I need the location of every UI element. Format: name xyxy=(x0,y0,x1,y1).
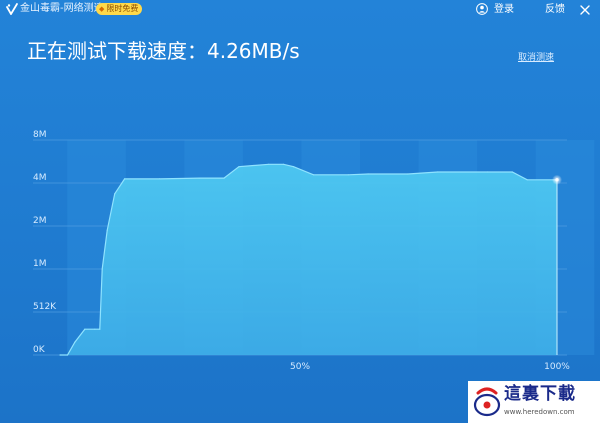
y-tick-label: 8M xyxy=(33,130,47,140)
data-point xyxy=(106,229,108,231)
data-point xyxy=(59,354,61,356)
data-point xyxy=(99,328,101,330)
data-point xyxy=(101,268,103,270)
data-point xyxy=(74,341,76,343)
data-point xyxy=(283,163,285,165)
chart-y-labels: 8M 4M 2M 1M 512K 0K xyxy=(33,130,57,355)
data-point xyxy=(407,173,409,175)
chart-x-labels: 50% 100% xyxy=(290,362,570,372)
watermark-url: www.heredown.com xyxy=(504,408,575,416)
data-point xyxy=(437,171,439,173)
data-point xyxy=(486,171,488,173)
data-point xyxy=(526,179,528,181)
x-tick-label: 100% xyxy=(544,362,570,372)
speed-chart: 8M 4M 2M 1M 512K 0K 50% 100% xyxy=(33,130,595,372)
data-point xyxy=(223,177,225,179)
watermark: 這裏下載 www.heredown.com xyxy=(468,381,600,423)
data-point xyxy=(124,178,126,180)
data-point xyxy=(347,174,349,176)
data-point xyxy=(158,178,160,180)
watermark-name: 這裏下載 xyxy=(504,384,576,404)
data-point xyxy=(238,166,240,168)
x-tick-label: 50% xyxy=(290,362,310,372)
y-tick-label: 4M xyxy=(33,173,47,183)
y-tick-label: 2M xyxy=(33,216,47,226)
data-point xyxy=(66,354,69,356)
data-point xyxy=(367,173,369,175)
data-point xyxy=(114,193,116,195)
data-point xyxy=(312,174,315,176)
chart-area-layer xyxy=(59,163,562,356)
data-point xyxy=(84,328,86,330)
data-point xyxy=(94,328,96,330)
speed-area xyxy=(60,164,557,355)
y-tick-label: 512K xyxy=(33,302,57,312)
app-window: 金山毒霸-网络测速 ◆ 限时免费 登录 反馈 正在测试下载速度：4.26MB/s… xyxy=(0,0,600,423)
data-point xyxy=(511,171,513,173)
y-tick-label: 1M xyxy=(33,259,47,269)
data-point xyxy=(293,166,295,168)
data-point xyxy=(268,163,270,165)
watermark-logo-icon xyxy=(473,387,501,417)
y-tick-label: 0K xyxy=(33,345,46,355)
data-point xyxy=(198,177,200,179)
end-point xyxy=(555,178,559,182)
